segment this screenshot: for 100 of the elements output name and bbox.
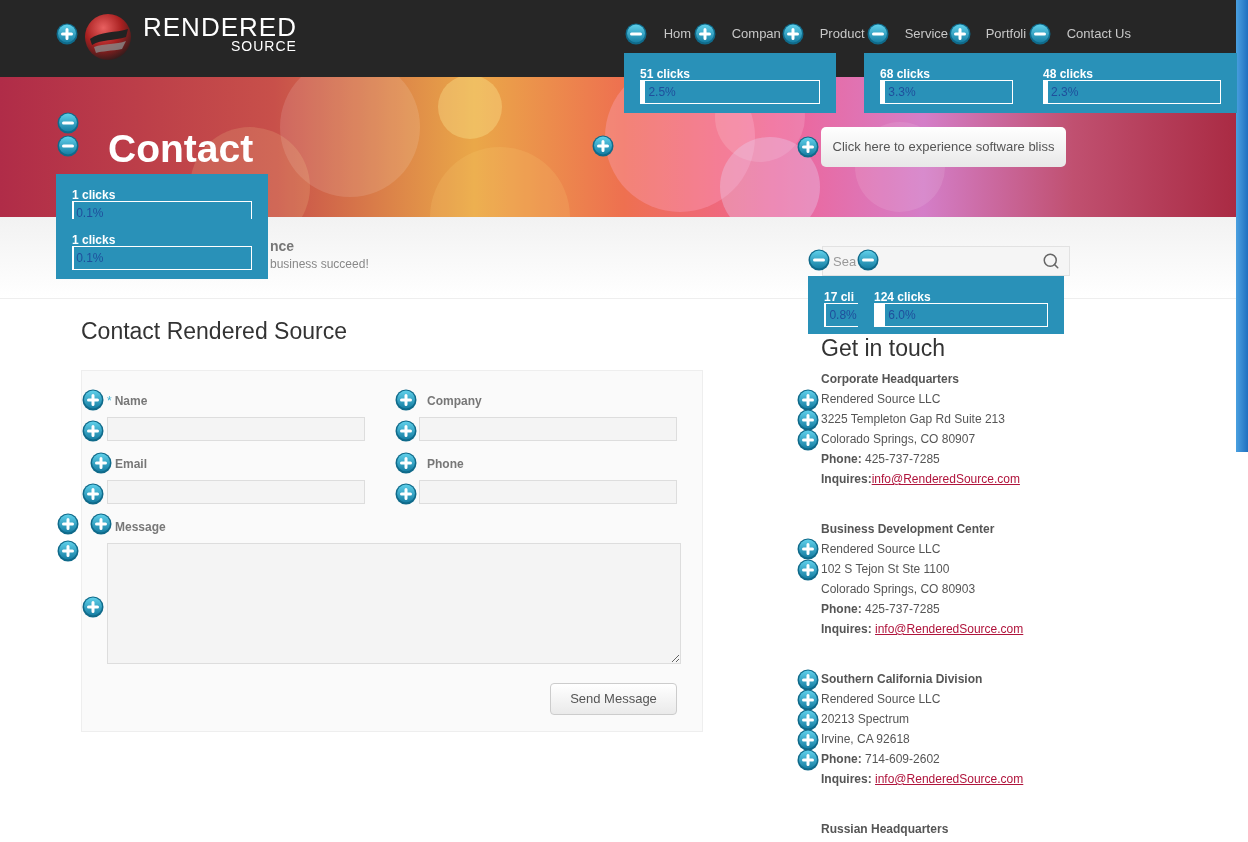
plus-icon[interactable] bbox=[949, 23, 971, 45]
location-title: Business Development Center bbox=[821, 521, 996, 538]
percent-label: 3.3% bbox=[888, 85, 916, 99]
minus-icon[interactable] bbox=[625, 23, 647, 45]
click-count: 124 clicks bbox=[874, 290, 931, 304]
input-field[interactable] bbox=[419, 417, 677, 441]
minus-icon[interactable] bbox=[1029, 23, 1051, 45]
percent-label: 0.8% bbox=[829, 308, 857, 322]
email-link[interactable]: info@RenderedSource.com bbox=[875, 769, 1024, 789]
page-title: Contact bbox=[108, 127, 254, 171]
percent-label: 2.5% bbox=[648, 85, 676, 99]
address-line: Rendered Source LLC bbox=[821, 541, 942, 558]
address-line: 102 S Tejon St Ste 1100 bbox=[821, 561, 951, 578]
minus-icon[interactable] bbox=[867, 23, 889, 45]
field-label: Phone bbox=[427, 456, 464, 473]
nav-link[interactable]: Contact Us bbox=[1066, 26, 1131, 42]
plus-icon[interactable] bbox=[797, 729, 819, 751]
plus-icon[interactable] bbox=[797, 749, 819, 771]
address-line: Phone: 425-737-7285 bbox=[821, 451, 941, 468]
plus-icon[interactable] bbox=[797, 429, 819, 451]
plus-icon[interactable] bbox=[82, 596, 104, 618]
plus-icon[interactable] bbox=[82, 420, 104, 442]
search-field[interactable]: Sea bbox=[822, 246, 1070, 276]
email-link[interactable]: info@RenderedSource.com bbox=[871, 469, 1020, 489]
plus-icon[interactable] bbox=[797, 538, 819, 560]
contact-title: Get in touch bbox=[821, 335, 947, 361]
logo-icon[interactable] bbox=[84, 13, 132, 61]
minus-icon[interactable] bbox=[57, 112, 79, 134]
plus-icon[interactable] bbox=[797, 689, 819, 711]
click-count: 51 clicks bbox=[640, 67, 691, 81]
percent-label: 6.0% bbox=[888, 308, 916, 322]
address-line: Colorado Springs, CO 80903 bbox=[821, 581, 977, 598]
location-title: Russian Headquarters bbox=[821, 821, 950, 838]
plus-icon[interactable] bbox=[395, 389, 417, 411]
plus-icon[interactable] bbox=[592, 135, 614, 157]
plus-icon[interactable] bbox=[797, 709, 819, 731]
tagline-text: business succeed! bbox=[270, 256, 369, 273]
email-link[interactable]: info@RenderedSource.com bbox=[875, 619, 1024, 639]
nav-link[interactable]: Product bbox=[819, 26, 905, 42]
address-line: Phone: 425-737-7285 bbox=[821, 601, 941, 618]
plus-icon[interactable] bbox=[90, 513, 112, 535]
minus-icon[interactable] bbox=[57, 135, 79, 157]
plus-icon[interactable] bbox=[782, 23, 804, 45]
logo-subtitle: SOURCE bbox=[231, 39, 297, 53]
nav-link[interactable]: Service bbox=[904, 26, 986, 42]
address-line: 3225 Templeton Gap Rd Suite 213 bbox=[821, 411, 1006, 428]
plus-icon[interactable] bbox=[797, 389, 819, 411]
plus-icon[interactable] bbox=[395, 452, 417, 474]
plus-icon[interactable] bbox=[90, 452, 112, 474]
plus-icon[interactable] bbox=[57, 513, 79, 535]
input-field[interactable] bbox=[107, 417, 365, 441]
address-line: Colorado Springs, CO 80907 bbox=[821, 431, 977, 448]
click-count: 17 cli bbox=[824, 290, 855, 304]
address-line: Rendered Source LLC bbox=[821, 391, 942, 408]
plus-icon[interactable] bbox=[82, 389, 104, 411]
input-field[interactable] bbox=[107, 480, 365, 504]
nav-link[interactable]: Hom bbox=[663, 26, 732, 42]
location-title: Southern California Division bbox=[821, 671, 984, 688]
minus-icon[interactable] bbox=[808, 249, 830, 271]
click-count: 68 clicks bbox=[880, 67, 931, 81]
location-title: Corporate Headquarters bbox=[821, 371, 961, 388]
address-line: Rendered Source LLC bbox=[821, 691, 942, 708]
plus-icon[interactable] bbox=[694, 23, 716, 45]
minus-icon[interactable] bbox=[857, 249, 879, 271]
click-count: 48 clicks bbox=[1043, 67, 1094, 81]
plus-icon[interactable] bbox=[82, 483, 104, 505]
form-title: Contact Rendered Source bbox=[81, 318, 348, 344]
percent-label: 0.1% bbox=[76, 206, 104, 220]
click-count: 1 clicks bbox=[72, 188, 116, 202]
click-count: 1 clicks bbox=[72, 233, 116, 247]
tagline-heading: nce bbox=[270, 237, 296, 255]
cta-button[interactable]: Click here to experience software bliss bbox=[821, 127, 1066, 167]
plus-icon[interactable] bbox=[797, 409, 819, 431]
nav-link[interactable]: Portfoli bbox=[985, 26, 1067, 42]
field-label: Message bbox=[115, 519, 166, 536]
plus-icon[interactable] bbox=[395, 483, 417, 505]
percent-label: 2.3% bbox=[1051, 85, 1079, 99]
plus-icon[interactable] bbox=[797, 559, 819, 581]
address-line: Irvine, CA 92618 bbox=[821, 731, 911, 748]
field-label: Email bbox=[115, 456, 147, 473]
field-label: Company bbox=[427, 393, 482, 410]
address-line: Phone: 714-609-2602 bbox=[821, 751, 941, 768]
message-field[interactable] bbox=[107, 543, 681, 664]
plus-icon[interactable] bbox=[797, 669, 819, 691]
inquiries-label: Inquires: bbox=[821, 621, 873, 638]
plus-icon[interactable] bbox=[56, 23, 78, 45]
plus-icon[interactable] bbox=[797, 136, 819, 158]
send-button[interactable]: Send Message bbox=[550, 683, 677, 715]
nav-link[interactable]: Compan bbox=[731, 26, 820, 42]
address-line: 20213 Spectrum bbox=[821, 711, 911, 728]
input-field[interactable] bbox=[419, 480, 677, 504]
required-mark: * bbox=[107, 393, 112, 410]
search-icon[interactable] bbox=[1042, 252, 1060, 270]
inquiries-label: Inquires: bbox=[821, 471, 872, 488]
percent-label: 0.1% bbox=[76, 251, 104, 265]
plus-icon[interactable] bbox=[57, 540, 79, 562]
plus-icon[interactable] bbox=[395, 420, 417, 442]
field-label: Name bbox=[114, 393, 148, 410]
inquiries-label: Inquires: bbox=[821, 771, 873, 788]
logo-wordmark: RENDERED bbox=[143, 13, 297, 41]
